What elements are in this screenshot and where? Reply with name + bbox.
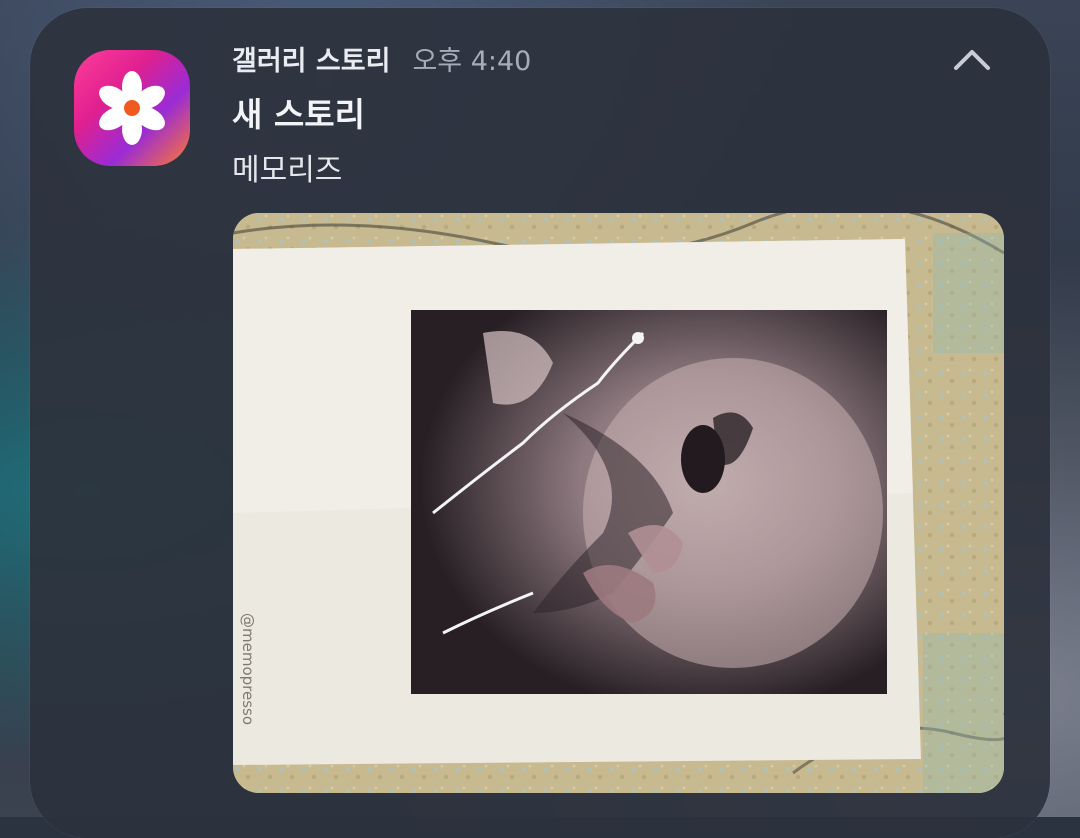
notification-subtitle: 메모리즈	[232, 153, 343, 188]
story-preview-image[interactable]: @memopresso	[233, 213, 1004, 793]
notification-header: 갤러리 스토리 오후 4:40	[232, 38, 531, 78]
gallery-flower-icon	[74, 50, 190, 166]
preview-watermark: @memopresso	[239, 613, 257, 725]
notification-time: 오후 4:40	[412, 45, 532, 77]
notification-title: 새 스토리	[232, 95, 365, 134]
app-name: 갤러리 스토리	[232, 45, 391, 77]
chevron-up-icon[interactable]	[950, 40, 994, 76]
